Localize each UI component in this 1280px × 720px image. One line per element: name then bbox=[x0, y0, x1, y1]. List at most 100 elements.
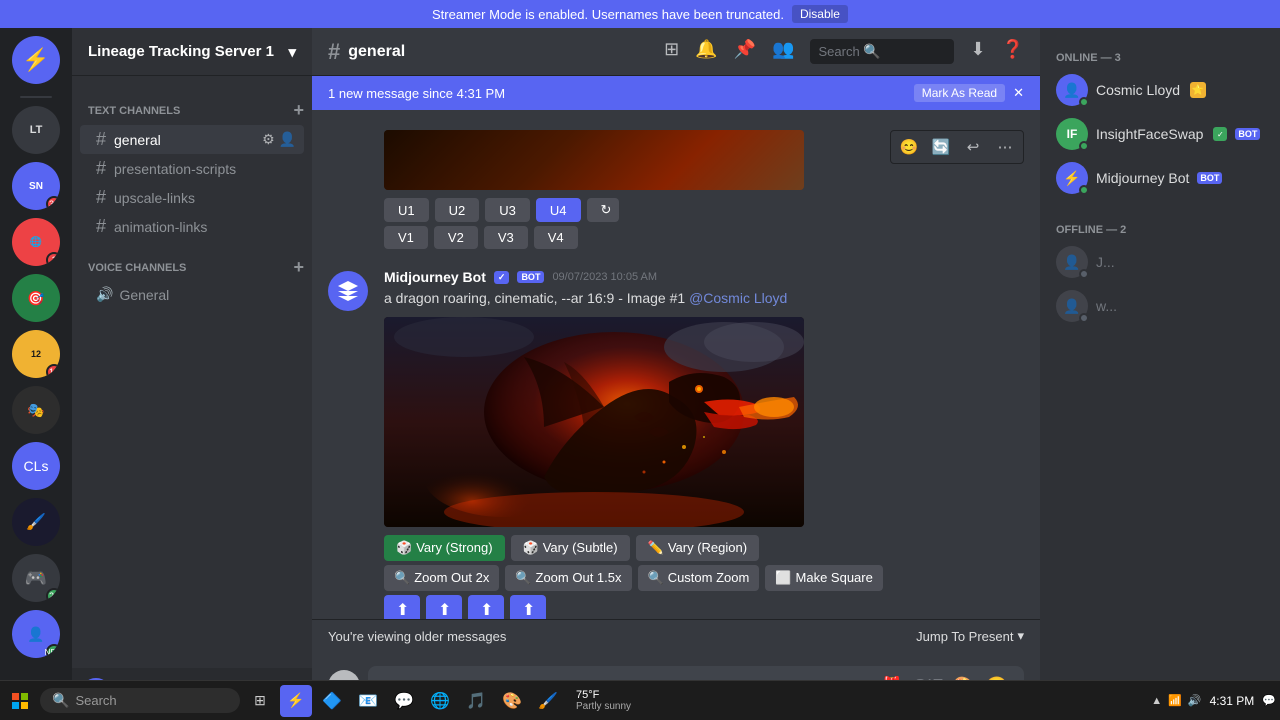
taskbar: 🔍 Search ⊞ ⚡ 🔷 📧 💬 🌐 🎵 🎨 🖌️ 75°F Partly … bbox=[0, 680, 1280, 720]
u1-button[interactable]: U1 bbox=[384, 198, 429, 222]
member-cosmic-lloyd[interactable]: 👤 Cosmic Lloyd ⭐ bbox=[1048, 68, 1272, 112]
text-channels-header[interactable]: TEXT CHANNELS + bbox=[72, 84, 312, 125]
u3-button[interactable]: U3 bbox=[485, 198, 530, 222]
taskbar-discord-icon[interactable]: ⚡ bbox=[280, 685, 312, 717]
member-offline-1[interactable]: 👤 J... bbox=[1048, 240, 1272, 284]
u4-button[interactable]: U4 bbox=[536, 198, 581, 222]
channel-name: presentation-scripts bbox=[114, 161, 236, 177]
v4-button[interactable]: V4 bbox=[534, 226, 578, 249]
help-icon[interactable]: ❓ bbox=[1002, 39, 1024, 64]
custom-zoom-button[interactable]: 🔍 Custom Zoom bbox=[638, 565, 760, 591]
server-icon-1[interactable]: LT bbox=[12, 106, 60, 154]
channel-general[interactable]: # general ⚙ 👤 bbox=[80, 125, 304, 154]
weather-desc: Partly sunny bbox=[576, 701, 631, 712]
thread-icon[interactable]: ⊞ bbox=[664, 39, 679, 64]
messages-area[interactable]: U1 U2 U3 U4 ↻ V1 V2 V3 V4 bbox=[312, 110, 1040, 619]
sound-icon[interactable]: 🔊 bbox=[1188, 694, 1202, 707]
taskbar-app-5[interactable]: 🌐 bbox=[424, 685, 456, 717]
taskbar-app-4[interactable]: 💬 bbox=[388, 685, 420, 717]
server-icon-3[interactable]: 🌐 1 bbox=[12, 218, 60, 266]
voice-general[interactable]: 🔊 General bbox=[80, 282, 304, 307]
more-actions-icon[interactable]: ⋯ bbox=[991, 133, 1019, 161]
message-actions: 😊 🔄 ↩ ⋯ bbox=[890, 130, 1024, 164]
notification-icon[interactable]: 🔔 bbox=[695, 39, 717, 64]
server-icon-2[interactable]: SN 39 bbox=[12, 162, 60, 210]
taskbar-app-7[interactable]: 🎨 bbox=[496, 685, 528, 717]
vary-strong-label: Vary (Strong) bbox=[416, 540, 492, 555]
server-header[interactable]: Lineage Tracking Server 1 ▾ bbox=[72, 28, 312, 76]
voice-channels-header[interactable]: VOICE CHANNELS + bbox=[72, 241, 312, 282]
member-midjourney-bot[interactable]: ⚡ Midjourney Bot BOT bbox=[1048, 156, 1272, 200]
react-icon[interactable]: 😊 bbox=[895, 133, 923, 161]
vary-region-button[interactable]: ✏️ Vary (Region) bbox=[636, 535, 759, 561]
zoom-buttons-row: 🔍 Zoom Out 2x 🔍 Zoom Out 1.5x 🔍 Custom Z… bbox=[384, 565, 1024, 591]
zoom-out-2x-button[interactable]: 🔍 Zoom Out 2x bbox=[384, 565, 499, 591]
taskbar-task-view[interactable]: ⊞ bbox=[244, 685, 276, 717]
close-notification-icon[interactable]: ✕ bbox=[1013, 85, 1024, 101]
member-offline-2[interactable]: 👤 w... bbox=[1048, 284, 1272, 328]
server-icon-8[interactable]: 🖌️ bbox=[12, 498, 60, 546]
inbox-icon[interactable]: ⬇ bbox=[970, 39, 985, 64]
vary-strong-icon: 🎲 bbox=[396, 540, 412, 556]
reply-icon[interactable]: ↩ bbox=[959, 133, 987, 161]
zoom-1-5x-label: Zoom Out 1.5x bbox=[536, 570, 622, 585]
network-icon[interactable]: 📶 bbox=[1168, 694, 1182, 707]
members-icon[interactable]: 👥 bbox=[772, 39, 794, 64]
vary-strong-button[interactable]: 🎲 Vary (Strong) bbox=[384, 535, 505, 561]
offline-dot-2 bbox=[1079, 313, 1089, 323]
mark-read-button[interactable]: Mark As Read bbox=[914, 84, 1005, 102]
tray-up-icon[interactable]: ▲ bbox=[1151, 695, 1162, 707]
channel-animation-links[interactable]: # animation-links bbox=[80, 212, 304, 241]
bot-tag-mj: BOT bbox=[1197, 172, 1222, 184]
channel-header: # general ⊞ 🔔 📌 👥 Search 🔍 ⬇ ❓ bbox=[312, 28, 1040, 76]
clock[interactable]: 4:31 PM bbox=[1210, 694, 1255, 708]
server-icon-10[interactable]: 👤 NEW bbox=[12, 610, 60, 658]
channel-upscale-links[interactable]: # upscale-links bbox=[80, 183, 304, 212]
channel-hash-icon: # bbox=[96, 158, 106, 179]
refresh-button[interactable]: ↻ bbox=[587, 198, 619, 222]
server-icon-6[interactable]: 🎭 bbox=[12, 386, 60, 434]
repost-icon[interactable]: 🔄 bbox=[927, 133, 955, 161]
add-channel-icon[interactable]: + bbox=[293, 100, 304, 121]
arrow-up-4-button[interactable]: ⬆ bbox=[510, 595, 546, 619]
arrow-up-1-button[interactable]: ⬆ bbox=[384, 595, 420, 619]
member-insightfaceswap[interactable]: IF InsightFaceSwap ✓ BOT bbox=[1048, 112, 1272, 156]
taskbar-search-box[interactable]: 🔍 Search bbox=[40, 688, 240, 713]
notification-tray-icon[interactable]: 💬 bbox=[1262, 694, 1276, 707]
taskbar-app-8[interactable]: 🖌️ bbox=[532, 685, 564, 717]
streamer-bar-text: Streamer Mode is enabled. Usernames have… bbox=[432, 7, 784, 22]
server-icon-9[interactable]: 🎮 21 bbox=[12, 554, 60, 602]
disable-streamer-button[interactable]: Disable bbox=[792, 5, 848, 23]
arrow-up-3-button[interactable]: ⬆ bbox=[468, 595, 504, 619]
dragon-artwork bbox=[384, 317, 804, 527]
taskbar-app-2[interactable]: 🔷 bbox=[316, 685, 348, 717]
server-icon-4[interactable]: 🎯 bbox=[12, 274, 60, 322]
windows-start-button[interactable] bbox=[4, 685, 36, 717]
offline-members-header: OFFLINE — 2 bbox=[1048, 216, 1272, 240]
dragon-image[interactable] bbox=[384, 317, 804, 527]
channel-hash-icon: # bbox=[96, 216, 106, 237]
sidebar-divider bbox=[20, 96, 52, 98]
taskbar-app-6[interactable]: 🎵 bbox=[460, 685, 492, 717]
v1-button[interactable]: V1 bbox=[384, 226, 428, 249]
jump-to-present-button[interactable]: Jump To Present ▾ bbox=[916, 628, 1024, 644]
make-square-button[interactable]: ⬜ Make Square bbox=[765, 565, 883, 591]
channel-settings-icon[interactable]: ⚙ 👤 bbox=[262, 131, 296, 148]
pin-icon[interactable]: 📌 bbox=[734, 39, 756, 64]
v2-button[interactable]: V2 bbox=[434, 226, 478, 249]
add-voice-icon[interactable]: + bbox=[293, 257, 304, 278]
channel-presentation-scripts[interactable]: # presentation-scripts bbox=[80, 154, 304, 183]
server-icon-5[interactable]: 12 12 bbox=[12, 330, 60, 378]
zoom-out-1-5x-button[interactable]: 🔍 Zoom Out 1.5x bbox=[505, 565, 631, 591]
taskbar-app-3[interactable]: 📧 bbox=[352, 685, 384, 717]
discord-home-icon[interactable]: ⚡ bbox=[12, 36, 60, 84]
u2-button[interactable]: U2 bbox=[435, 198, 480, 222]
v3-button[interactable]: V3 bbox=[484, 226, 528, 249]
vary-subtle-button[interactable]: 🎲 Vary (Subtle) bbox=[511, 535, 630, 561]
header-search[interactable]: Search 🔍 bbox=[810, 39, 954, 64]
zoom-2x-label: Zoom Out 2x bbox=[414, 570, 489, 585]
arrow-up-2-button[interactable]: ⬆ bbox=[426, 595, 462, 619]
server-icon-7[interactable]: CLs bbox=[12, 442, 60, 490]
weather-widget[interactable]: 75°F Partly sunny bbox=[568, 689, 639, 712]
make-square-icon: ⬜ bbox=[775, 570, 791, 586]
